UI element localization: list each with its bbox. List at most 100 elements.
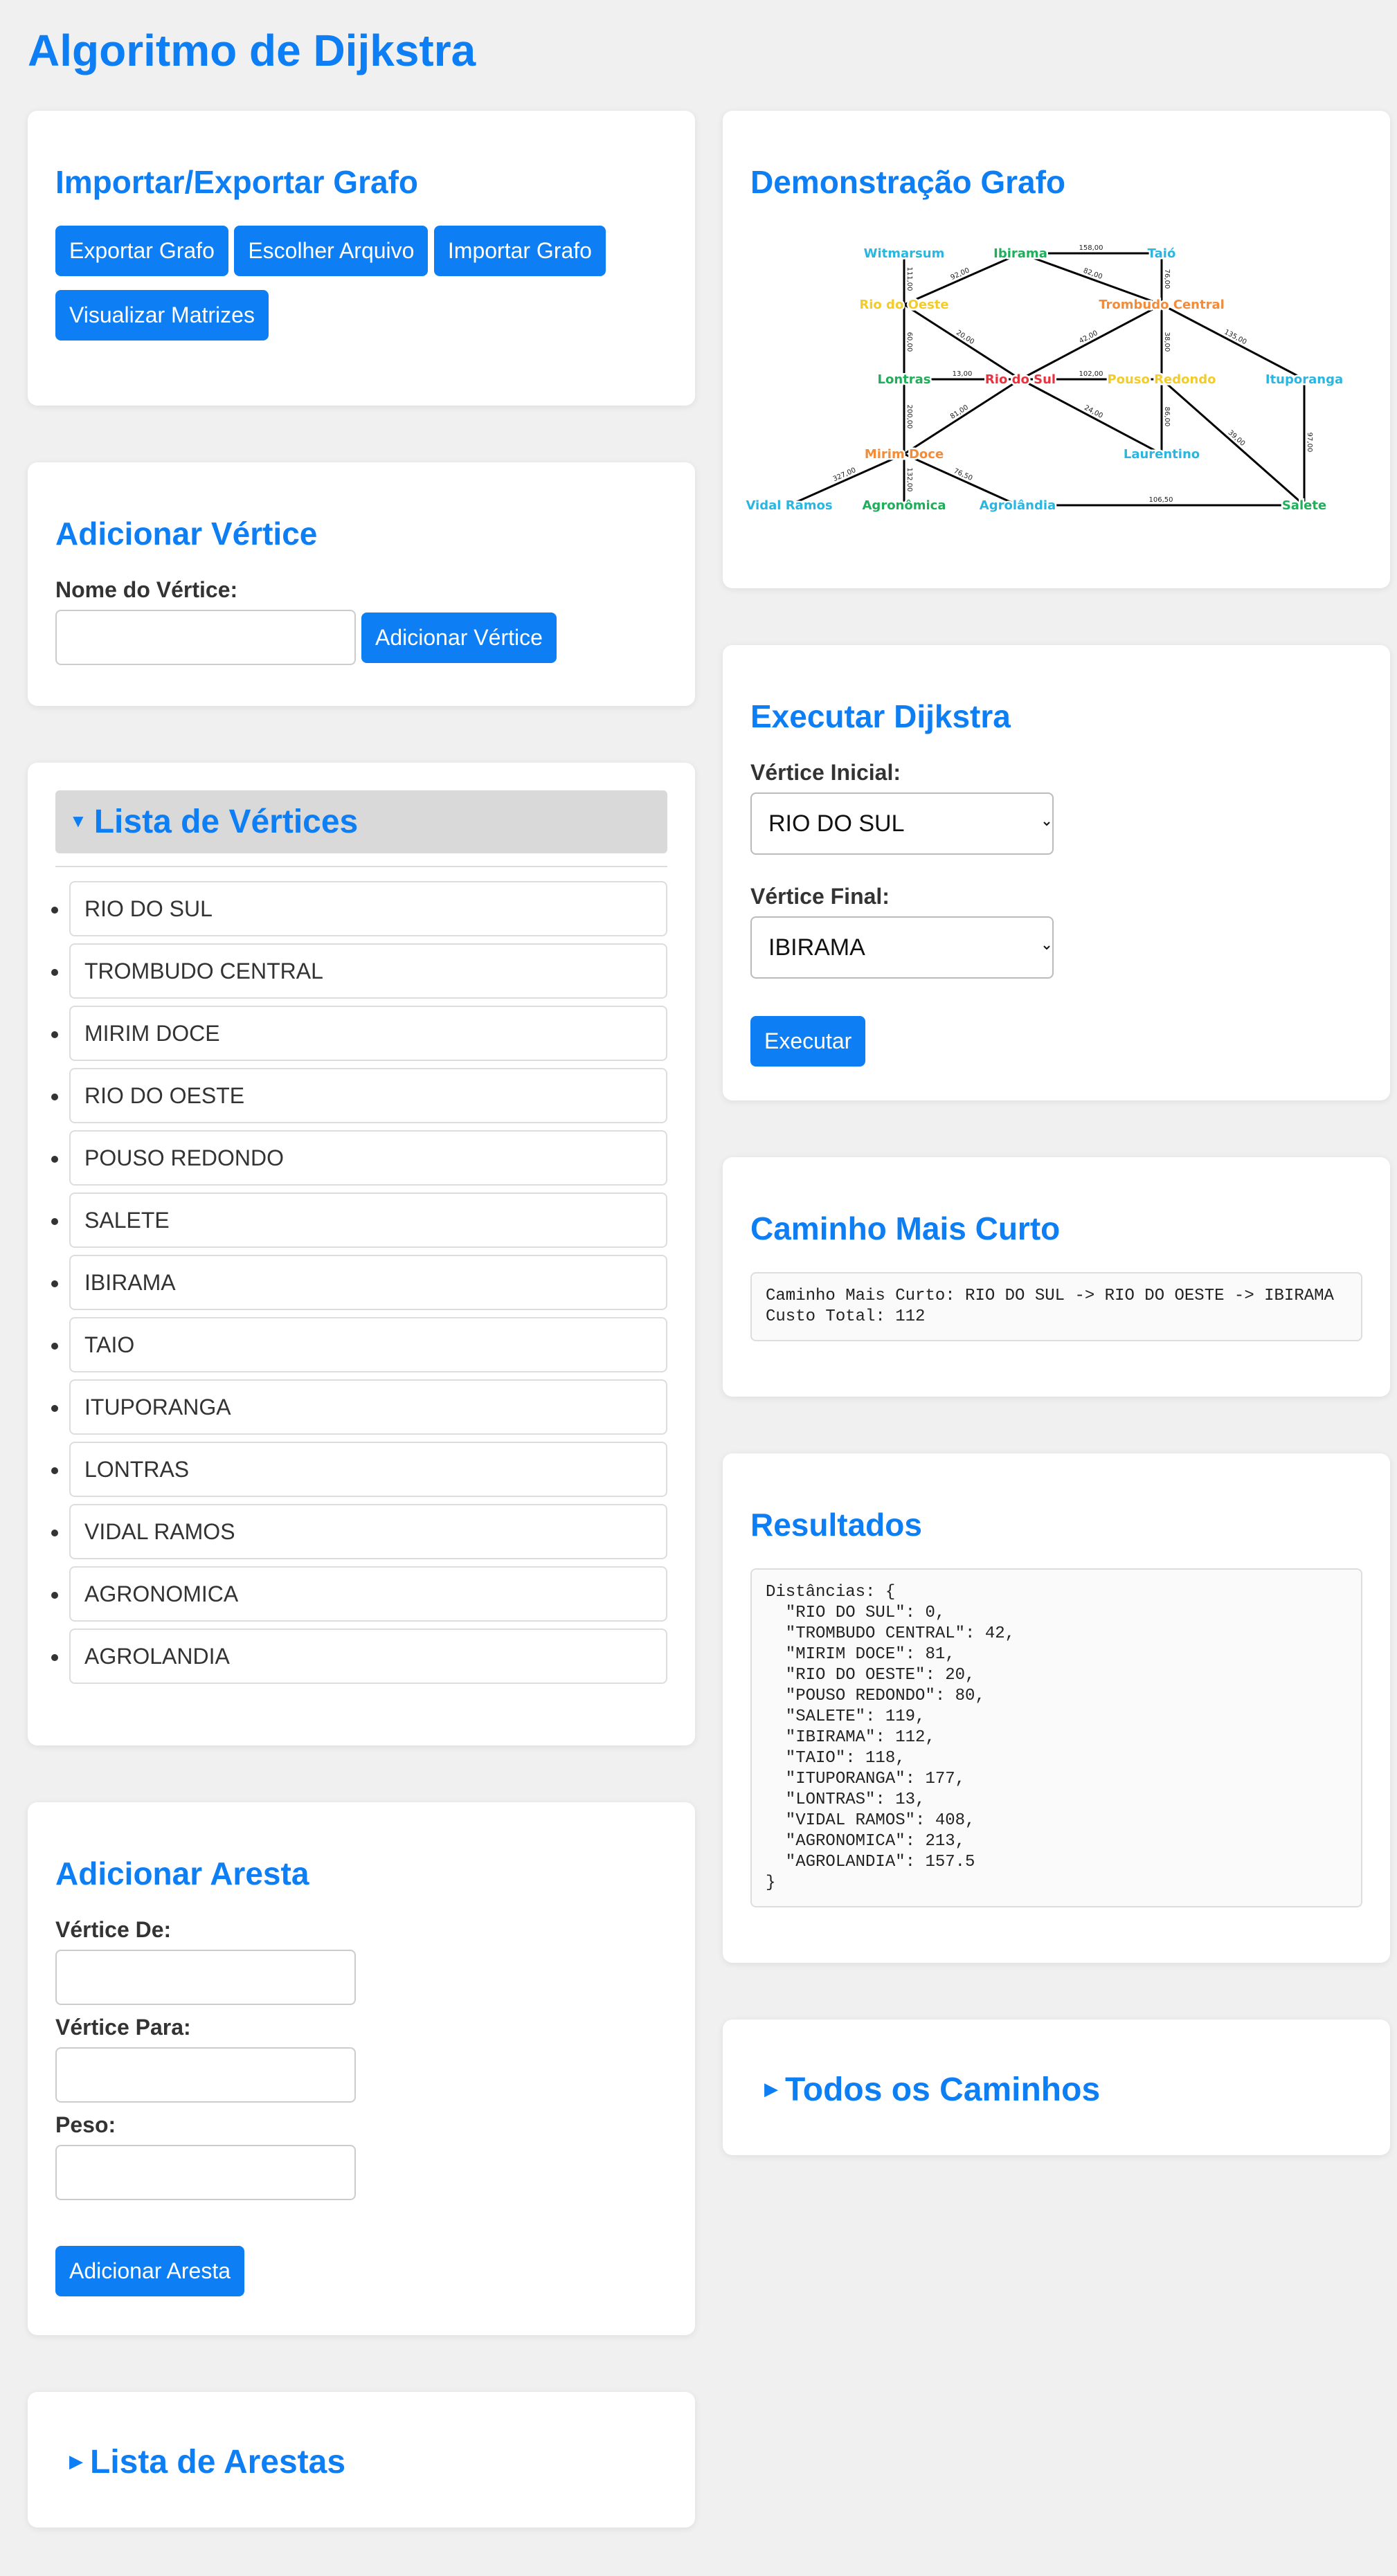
graph-node-label: Trombudo Central	[1099, 298, 1225, 312]
edge-weight-label: 102,00	[1079, 370, 1103, 378]
vertex-list-item: AGROLANDIA	[69, 1629, 667, 1684]
graph-edge	[1020, 378, 1162, 455]
run-dijkstra-card: Executar Dijkstra Vértice Inicial: RIO D…	[723, 645, 1390, 1100]
run-dijkstra-title: Executar Dijkstra	[750, 698, 1011, 734]
vertex-list-item: VIDAL RAMOS	[69, 1504, 667, 1559]
edge-weight-label: 200,00	[905, 405, 913, 429]
edge-list-card: ▶ Lista de Arestas	[28, 2392, 695, 2528]
vertex-list-item: ITUPORANGA	[69, 1379, 667, 1435]
vertex-item-label[interactable]: POUSO REDONDO	[69, 1130, 667, 1186]
add-vertex-title: Adicionar Vértice	[55, 516, 318, 552]
end-vertex-label: Vértice Final:	[750, 884, 890, 909]
vertex-list-item: RIO DO SUL	[69, 881, 667, 936]
shortest-path-output: Caminho Mais Curto: RIO DO SUL -> RIO DO…	[750, 1272, 1362, 1341]
vertex-list-item: RIO DO OESTE	[69, 1068, 667, 1123]
edge-from-input[interactable]	[55, 1950, 356, 2005]
vertex-list-item: TROMBUDO CENTRAL	[69, 943, 667, 999]
vertex-name-input[interactable]	[55, 610, 356, 665]
vertex-item-label[interactable]: TROMBUDO CENTRAL	[69, 943, 667, 999]
left-column: Importar/Exportar Grafo Exportar Grafo E…	[28, 111, 695, 2576]
edge-weight-label: 97,00	[1306, 433, 1313, 453]
edge-weight-label: Peso:	[55, 2112, 116, 2137]
graph-demo-card: Demonstração Grafo 158,00 111,00 92,00 82,0…	[723, 111, 1390, 588]
vertex-item-label[interactable]: AGROLANDIA	[69, 1629, 667, 1684]
vertex-item-label[interactable]: SALETE	[69, 1192, 667, 1248]
triangle-right-icon: ▶	[764, 2078, 778, 2099]
edge-list-toggle[interactable]: ▶ Lista de Arestas	[55, 2431, 667, 2494]
graph-edge	[1020, 252, 1162, 306]
graph-edge	[903, 252, 1021, 306]
vertex-item-label[interactable]: TAIO	[69, 1317, 667, 1372]
edge-from-label: Vértice De:	[55, 1917, 172, 1942]
graph-node-label: Agrolândia	[980, 498, 1056, 513]
vertex-item-label[interactable]: ITUPORANGA	[69, 1379, 667, 1435]
graph-edge	[1161, 378, 1305, 507]
edge-weight-label: 132,00	[905, 468, 913, 492]
graph-edge	[903, 303, 1021, 381]
results-card: Resultados Distâncias: { "RIO DO SUL": 0…	[723, 1453, 1390, 1963]
vertex-list-title: Lista de Vértices	[93, 804, 359, 840]
page-title: Algoritmo de Dijkstra	[28, 26, 476, 75]
graph-edge	[903, 378, 1021, 455]
import-graph-button[interactable]: Importar Grafo	[433, 226, 606, 276]
vertex-item-label[interactable]: MIRIM DOCE	[69, 1006, 667, 1061]
all-paths-toggle[interactable]: ▶ Todos os Caminhos	[750, 2058, 1362, 2121]
right-column: Demonstração Grafo 158,00 111,00 92,00 82,0…	[723, 111, 1390, 2212]
edge-weight-label: 13,00	[953, 370, 973, 378]
edge-weight-label: 86,00	[1163, 407, 1171, 427]
edge-weight-input[interactable]	[55, 2145, 356, 2200]
results-title: Resultados	[750, 1507, 922, 1543]
all-paths-title: Todos os Caminhos	[785, 2071, 1101, 2108]
vertex-name-label: Nome do Vértice:	[55, 577, 238, 602]
vertex-list-item: AGRONOMICA	[69, 1566, 667, 1622]
graph-node-label: Ituporanga	[1265, 372, 1343, 387]
vertex-item-label[interactable]: RIO DO SUL	[69, 881, 667, 936]
graph-edge	[1161, 303, 1305, 381]
vertex-list-toggle[interactable]: ▼ Lista de Vértices	[55, 790, 667, 853]
import-export-buttons: Exportar Grafo Escolher Arquivo Importar…	[55, 226, 667, 354]
export-graph-button[interactable]: Exportar Grafo	[55, 226, 228, 276]
divider	[55, 866, 667, 867]
edge-weight-label: 106,50	[1149, 496, 1173, 504]
graph-edge	[1020, 303, 1162, 381]
start-vertex-label: Vértice Inicial:	[750, 760, 901, 785]
import-export-card: Importar/Exportar Grafo Exportar Grafo E…	[28, 111, 695, 406]
graph-node-label: Witmarsum	[864, 246, 945, 261]
graph-node-label: Rio do Oeste	[859, 298, 948, 312]
vertex-list-card: ▼ Lista de Vértices RIO DO SUL TROMBUDO CE…	[28, 763, 695, 1745]
import-export-title: Importar/Exportar Grafo	[55, 164, 418, 200]
vertex-item-label[interactable]: LONTRAS	[69, 1442, 667, 1497]
edge-weight-label: 111,00	[905, 267, 913, 291]
all-paths-card: ▶ Todos os Caminhos	[723, 2020, 1390, 2155]
triangle-right-icon: ▶	[69, 2450, 83, 2471]
view-matrices-button[interactable]: Visualizar Matrizes	[55, 290, 269, 341]
vertex-item-label[interactable]: VIDAL RAMOS	[69, 1504, 667, 1559]
end-vertex-select[interactable]: IBIRAMA	[750, 916, 1054, 979]
vertex-list-item: MIRIM DOCE	[69, 1006, 667, 1061]
vertex-list: RIO DO SUL TROMBUDO CENTRAL MIRIM DOCE RIO …	[42, 881, 667, 1684]
edge-to-input[interactable]	[55, 2047, 356, 2103]
vertex-item-label[interactable]: RIO DO OESTE	[69, 1068, 667, 1123]
graph-node-label: Rio do Sul	[985, 372, 1056, 387]
results-output: Distâncias: { "RIO DO SUL": 0, "TROMBUDO…	[750, 1568, 1362, 1907]
graph-node-label: Ibirama	[993, 246, 1047, 261]
graph-node-label: Lontras	[878, 372, 931, 387]
add-vertex-button[interactable]: Adicionar Vértice	[361, 612, 557, 663]
graph-node-label: Vidal Ramos	[746, 498, 832, 513]
add-edge-button[interactable]: Adicionar Aresta	[55, 2246, 245, 2296]
shortest-path-card: Caminho Mais Curto Caminho Mais Curto: R…	[723, 1157, 1390, 1397]
vertex-item-label[interactable]: IBIRAMA	[69, 1255, 667, 1310]
graph-node-label: Pouso Redondo	[1107, 372, 1216, 387]
graph-node-label: Salete	[1282, 498, 1326, 513]
vertex-list-item: LONTRAS	[69, 1442, 667, 1497]
vertex-list-item: POUSO REDONDO	[69, 1130, 667, 1186]
start-vertex-select[interactable]: RIO DO SUL	[750, 792, 1054, 855]
choose-file-button[interactable]: Escolher Arquivo	[234, 226, 429, 276]
graph-demo-title: Demonstração Grafo	[750, 164, 1066, 200]
vertex-list-item: SALETE	[69, 1192, 667, 1248]
edge-to-label: Vértice Para:	[55, 2015, 191, 2040]
vertex-item-label[interactable]: AGRONOMICA	[69, 1566, 667, 1622]
graph-node-label: Agronômica	[863, 498, 946, 513]
add-edge-card: Adicionar Aresta Vértice De: Vértice Par…	[28, 1802, 695, 2335]
run-button[interactable]: Executar	[750, 1016, 866, 1067]
